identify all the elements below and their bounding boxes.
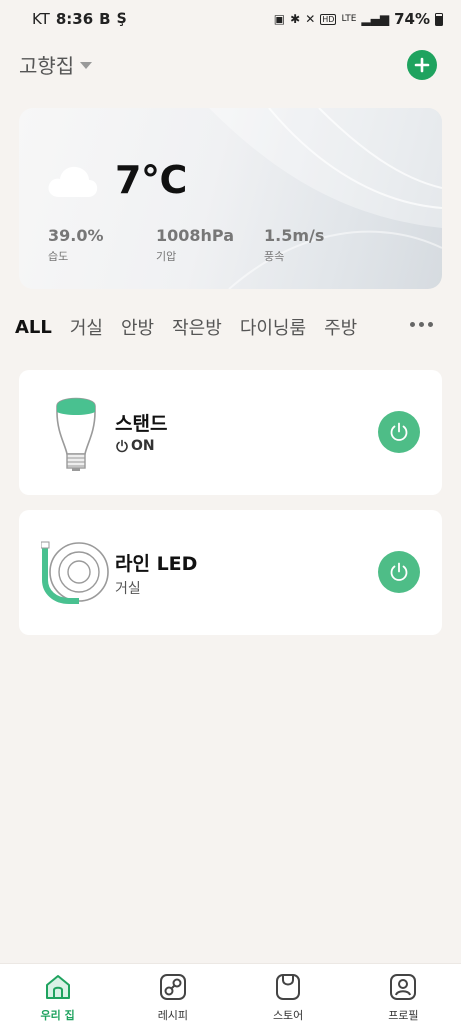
- device-card-line-led[interactable]: 라인 LED 거실: [19, 510, 442, 635]
- tab-small-room[interactable]: 작은방: [172, 314, 222, 340]
- add-button[interactable]: [407, 50, 437, 80]
- more-dot: [428, 322, 433, 327]
- bottom-nav: 우리 집 레시피 스토어 프로필: [0, 963, 461, 1024]
- room-tabs: ALL 거실 안방 작은방 다이닝룸 주방: [15, 314, 375, 340]
- status-bar: KT 8:36 B Ş ▣ ✱ ✕ HD LTE ▂▄▆ 74%: [0, 0, 461, 38]
- power-button[interactable]: [378, 551, 420, 593]
- cloud-icon: [48, 166, 98, 197]
- status-right: ▣ ✱ ✕ HD LTE ▂▄▆ 74%: [274, 10, 443, 28]
- more-dot: [410, 322, 415, 327]
- power-icon: [390, 562, 408, 581]
- battery-saver-icon: ▣: [273, 12, 286, 26]
- tab-master-bedroom[interactable]: 안방: [121, 314, 154, 340]
- power-small-icon: [116, 439, 128, 453]
- signal-icon: ▂▄▆: [361, 12, 390, 26]
- nav-label: 프로필: [388, 1009, 419, 1022]
- battery-percent: 74%: [394, 10, 430, 28]
- profile-icon: [390, 974, 417, 1000]
- status-left: KT 8:36 B Ş: [32, 10, 127, 28]
- home-name: 고향집: [19, 54, 75, 78]
- weather-card: 7°C 39.0% 습도 1008hPa 기압 1.5m/s 풍속: [19, 108, 442, 289]
- wind-label: 풍속: [264, 250, 285, 263]
- power-icon: [390, 422, 408, 441]
- tab-all[interactable]: ALL: [15, 317, 52, 338]
- store-icon: [276, 974, 301, 1000]
- pressure-stat: 1008hPa 기압: [156, 226, 234, 264]
- b-notification-icon: B: [99, 10, 111, 28]
- bulb-icon: [56, 397, 96, 471]
- nav-label: 레시피: [157, 1009, 189, 1022]
- humidity-stat: 39.0% 습도: [48, 226, 104, 264]
- device-status: ON: [115, 438, 155, 454]
- battery-icon: [435, 12, 443, 26]
- sync-icon: Ş: [116, 11, 127, 27]
- device-status-label: ON: [131, 438, 155, 454]
- humidity-label: 습도: [48, 250, 69, 263]
- clock: 8:36: [55, 10, 94, 28]
- wind-stat: 1.5m/s 풍속: [264, 226, 324, 264]
- bluetooth-icon: ✱: [290, 12, 301, 26]
- tab-dining-room[interactable]: 다이닝룸: [240, 314, 306, 340]
- nav-store[interactable]: 스토어: [231, 964, 346, 1024]
- nav-label: 스토어: [272, 1009, 304, 1022]
- pressure-value: 1008hPa: [156, 226, 235, 245]
- nav-profile[interactable]: 프로필: [346, 964, 461, 1024]
- lte-icon: LTE: [341, 14, 357, 24]
- device-room: 거실: [115, 581, 141, 597]
- more-dot: [419, 322, 424, 327]
- tab-kitchen[interactable]: 주방: [324, 314, 357, 340]
- more-icon[interactable]: [410, 322, 433, 327]
- tab-living-room[interactable]: 거실: [70, 314, 103, 340]
- home-selector[interactable]: 고향집: [19, 50, 93, 79]
- hd-icon: HD: [320, 13, 337, 25]
- power-button[interactable]: [378, 411, 420, 453]
- plus-icon: [414, 57, 430, 73]
- device-name: 라인 LED: [115, 553, 198, 575]
- pressure-label: 기압: [156, 250, 177, 263]
- chevron-down-icon: [80, 62, 93, 69]
- led-strip-icon: [41, 541, 109, 604]
- nav-recipe[interactable]: 레시피: [115, 964, 230, 1024]
- nav-home[interactable]: 우리 집: [0, 964, 115, 1024]
- wind-value: 1.5m/s: [264, 226, 325, 245]
- device-name: 스탠드: [115, 413, 168, 435]
- nav-label: 우리 집: [40, 1009, 75, 1022]
- carrier-label: KT: [32, 10, 50, 28]
- mute-icon: ✕: [305, 12, 316, 26]
- humidity-value: 39.0%: [48, 226, 104, 245]
- recipe-icon: [159, 974, 186, 1000]
- home-icon: [45, 975, 70, 999]
- device-card-stand[interactable]: 스탠드 ON: [19, 370, 442, 495]
- temperature: 7°C: [115, 158, 187, 202]
